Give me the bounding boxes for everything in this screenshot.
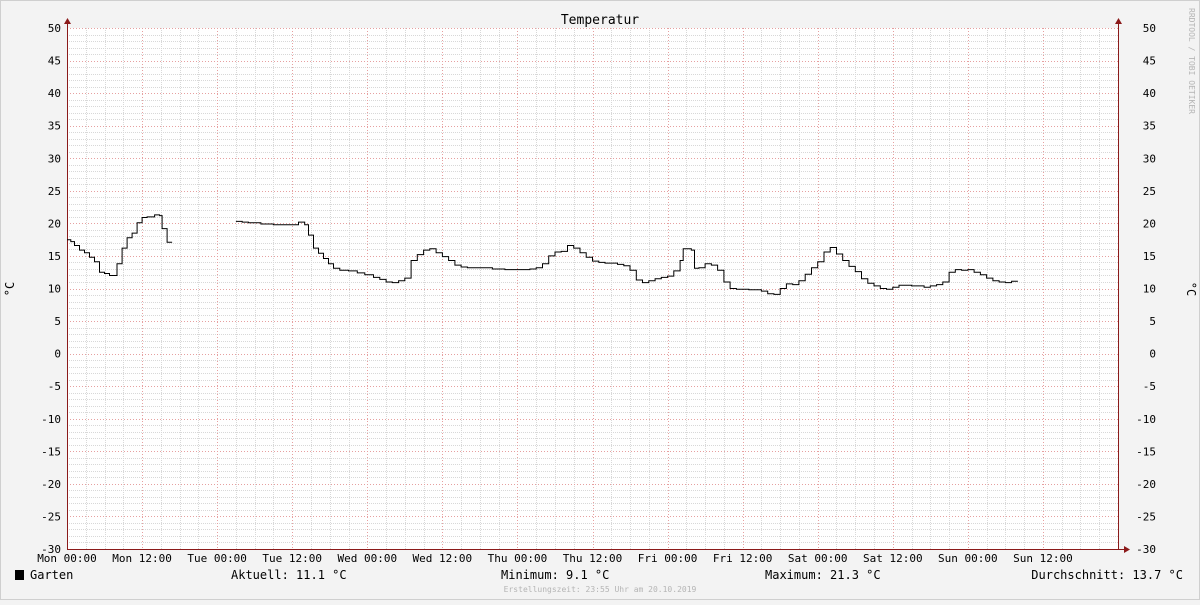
y-tick-label-right: -5 — [1143, 380, 1156, 393]
y-tick-label-left: 40 — [48, 87, 61, 100]
x-tick-label: Thu 12:00 — [563, 552, 623, 565]
y-tick-label-right: 0 — [1149, 348, 1156, 361]
y-tick-label-left: -5 — [48, 380, 61, 393]
y-tick-label-right: -15 — [1136, 445, 1156, 458]
x-tick-label: Tue 12:00 — [262, 552, 322, 565]
y-tick-label-left: 10 — [48, 283, 61, 296]
x-tick-label: Sun 00:00 — [938, 552, 998, 565]
y-tick-label-right: -10 — [1136, 413, 1156, 426]
x-axis-arrow — [1124, 546, 1130, 553]
x-tick-label: Sat 00:00 — [788, 552, 848, 565]
legend-current: Aktuell: 11.1 °C — [231, 568, 347, 582]
y-tick-label-right: 45 — [1143, 55, 1156, 68]
y-tick-label-right: 20 — [1143, 217, 1156, 230]
x-tick-label: Fri 00:00 — [638, 552, 698, 565]
y-tick-label-right: 10 — [1143, 283, 1156, 296]
legend-swatch — [15, 570, 24, 580]
y-tick-label-left: 45 — [48, 55, 61, 68]
legend-maximum: Maximum: 21.3 °C — [765, 568, 881, 582]
y-axis-label-left: °C — [3, 282, 17, 296]
chart-window: 50 45 40 35 30 25 20 15 10 5 0 -5 -10 -15 -20 -25 -30 50… — [0, 0, 1200, 600]
x-tick-label: Fri 12:00 — [713, 552, 773, 565]
y-tick-label-right: 35 — [1143, 120, 1156, 133]
x-tick-label: Wed 00:00 — [337, 552, 397, 565]
x-tick-label: Sat 12:00 — [863, 552, 923, 565]
legend-average: Durchschnitt: 13.7 °C — [1031, 568, 1183, 582]
x-tick-label: Tue 00:00 — [187, 552, 247, 565]
legend-series-label: Garten — [30, 568, 73, 582]
y-tick-label-right: 5 — [1149, 315, 1156, 328]
y-tick-label-right: -30 — [1136, 543, 1156, 556]
y-tick-label-right: 40 — [1143, 87, 1156, 100]
y-tick-labels-right: 50454035302520151050-5-10-15-20-25-30 — [1136, 22, 1156, 556]
x-tick-labels: Mon 00:00 Mon 12:00 Tue 00:00 Tue 12:00 Wed … — [37, 552, 1073, 565]
creation-time-footer: Erstellungszeit: 23:55 Uhr am 20.10.2019 — [504, 585, 697, 594]
y-tick-label-left: 0 — [54, 348, 61, 361]
y-tick-label-left: 15 — [48, 250, 61, 263]
plot-area — [67, 28, 1118, 549]
x-tick-label: Wed 12:00 — [413, 552, 473, 565]
y-tick-labels-left: 50454035302520151050-5-10-15-20-25-30 — [41, 22, 61, 556]
y-tick-label-left: -10 — [41, 413, 61, 426]
y-tick-label-right: -20 — [1136, 478, 1156, 491]
y-tick-label-left: 5 — [54, 315, 61, 328]
x-tick-label: Thu 00:00 — [488, 552, 548, 565]
y-tick-label-left: 30 — [48, 152, 61, 165]
x-tick-label: Sun 12:00 — [1013, 552, 1073, 565]
x-tick-label: Mon 00:00 — [37, 552, 97, 565]
chart-svg: 50454035302520151050-5-10-15-20-25-30 50… — [0, 0, 1200, 600]
y-tick-label-left: 50 — [48, 22, 61, 35]
legend-minimum: Minimum: 9.1 °C — [501, 568, 609, 582]
rrdtool-watermark: RRDTOOL / TOBI OETIKER — [1187, 8, 1196, 114]
y-tick-label-left: -25 — [41, 510, 61, 523]
y-tick-label-right: 50 — [1143, 22, 1156, 35]
y-tick-label-right: 30 — [1143, 152, 1156, 165]
chart-title: Temperatur — [561, 13, 639, 28]
x-tick-label: Mon 12:00 — [112, 552, 172, 565]
y-tick-label-right: 15 — [1143, 250, 1156, 263]
y-tick-label-left: 20 — [48, 217, 61, 230]
y-axis-label-right: °C — [1184, 282, 1198, 296]
y-axis-arrow-left — [64, 18, 71, 24]
y-tick-label-left: 35 — [48, 120, 61, 133]
y-tick-label-left: -20 — [41, 478, 61, 491]
y-tick-label-left: 25 — [48, 185, 61, 198]
y-tick-label-right: -25 — [1136, 510, 1156, 523]
y-tick-label-left: -15 — [41, 445, 61, 458]
y-tick-label-right: 25 — [1143, 185, 1156, 198]
y-axis-arrow-right — [1115, 18, 1122, 24]
